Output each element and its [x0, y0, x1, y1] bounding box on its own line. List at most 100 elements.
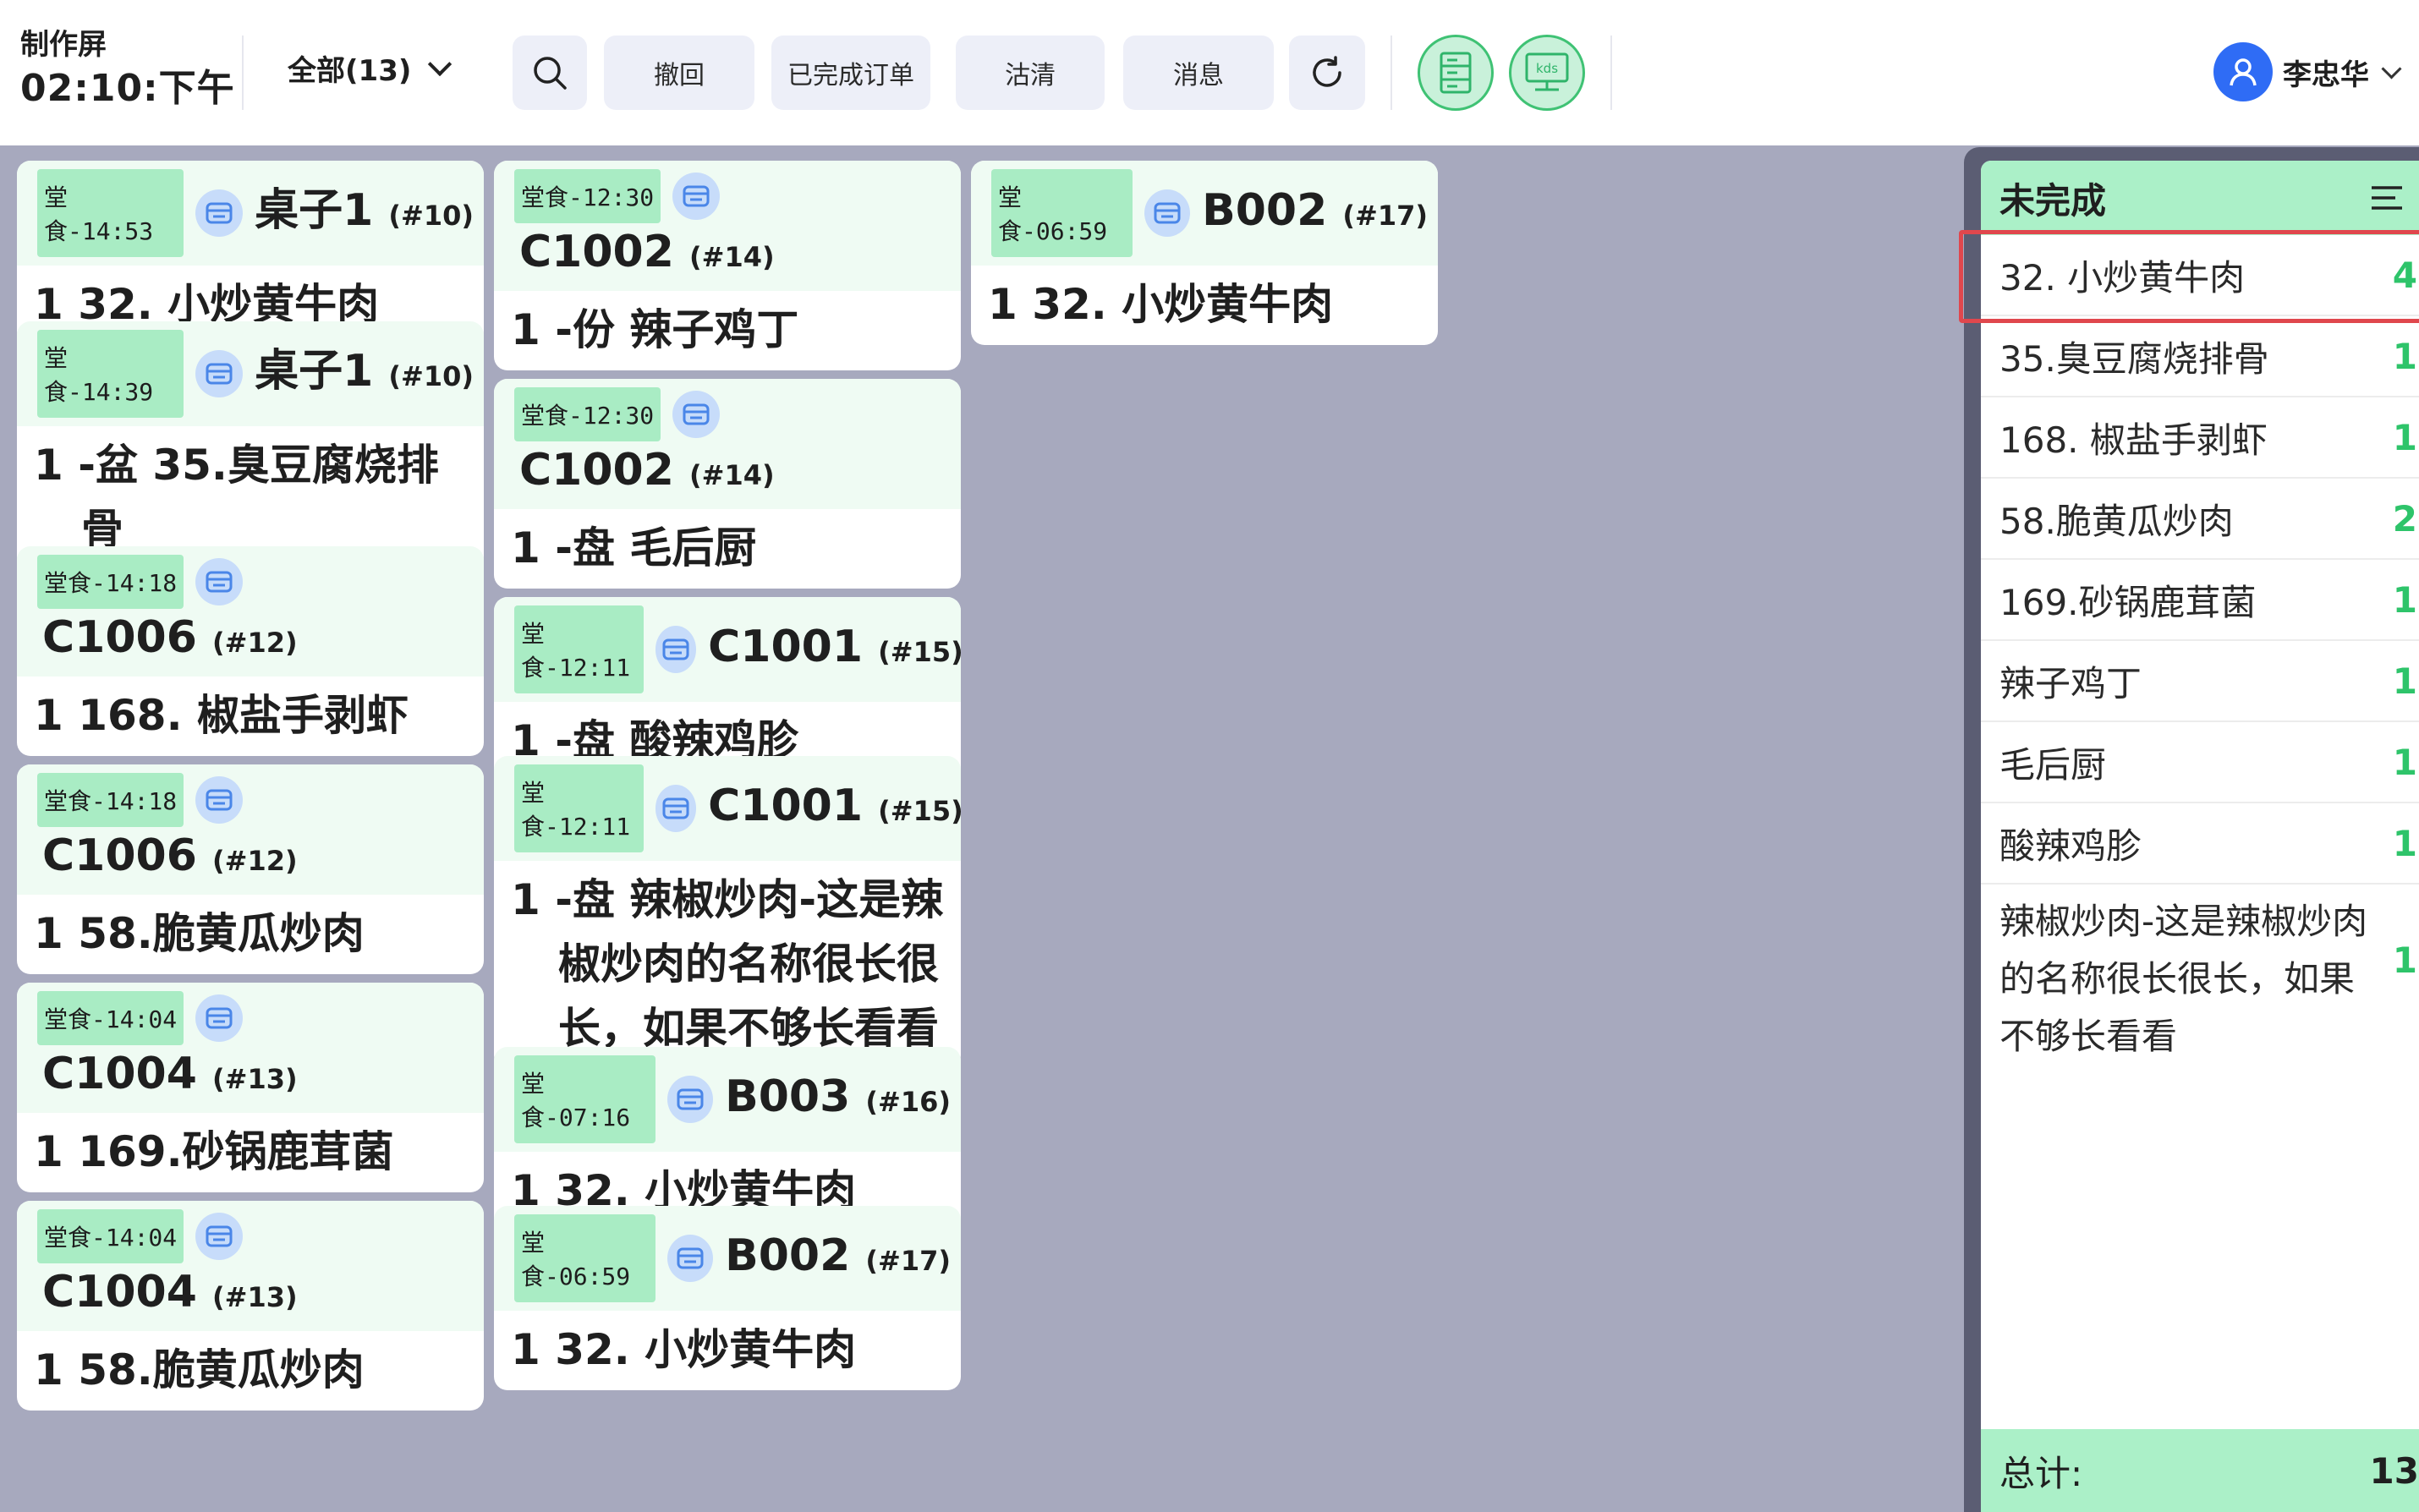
- order-card[interactable]: 堂食-14:18 C1006 (#12) 1 168. 椒盐手剥虾: [17, 546, 484, 756]
- kds-button[interactable]: kds: [1509, 35, 1585, 111]
- order-card-header: 堂食-06:59 B002 (#17): [494, 1206, 961, 1311]
- screen-name: 制作屏: [20, 28, 107, 62]
- chevron-down-icon: [428, 52, 453, 76]
- order-type-badge: 堂食-12:30: [514, 387, 661, 441]
- summary-item-name: 35.臭豆腐烧排骨: [1999, 337, 2269, 380]
- user-icon: [2230, 58, 2257, 86]
- refresh-button[interactable]: [1289, 36, 1365, 110]
- order-item[interactable]: 1 169.砂锅鹿茸菌: [17, 1113, 484, 1192]
- summary-list: 32. 小炒黄牛肉 4 35.臭豆腐烧排骨 1 168. 椒盐手剥虾 1 58.脆黄瓜…: [1981, 235, 2419, 1057]
- summary-row[interactable]: 酸辣鸡胗 1: [1981, 803, 2419, 885]
- order-meta: 堂食-12:11 C1001 (#15): [514, 764, 961, 852]
- store-icon: [655, 626, 697, 673]
- order-card[interactable]: 堂食-12:11 C1001 (#15) 1 -盘 酸辣鸡胗: [494, 597, 961, 781]
- user-menu[interactable]: 李忠华: [2213, 42, 2402, 101]
- summary-row[interactable]: 169.砂锅鹿茸菌 1: [1981, 560, 2419, 641]
- store-icon: [195, 776, 244, 824]
- order-type-badge: 堂食-06:59: [514, 1214, 656, 1302]
- divider: [1610, 36, 1612, 110]
- order-number: (#14): [689, 459, 775, 491]
- summary-item-count: 1: [2392, 578, 2417, 621]
- order-item[interactable]: 1 32. 小炒黄牛肉: [971, 266, 1438, 345]
- order-meta: 堂食-06:59 B002 (#17): [991, 169, 1428, 257]
- order-number: (#12): [212, 627, 298, 659]
- messages-button[interactable]: 消息: [1123, 36, 1274, 110]
- order-item[interactable]: 1 168. 椒盐手剥虾: [17, 677, 484, 756]
- table-name: C1001 (#15): [708, 781, 961, 836]
- summary-row[interactable]: 168. 椒盐手剥虾 1: [1981, 397, 2419, 479]
- summary-row[interactable]: 辣子鸡丁 1: [1981, 641, 2419, 722]
- order-meta: 堂食-06:59 B002 (#17): [514, 1214, 951, 1302]
- table-name: 桌子1 (#10): [255, 185, 474, 236]
- summary-item-count: 1: [2392, 416, 2417, 458]
- order-card-header: 堂食-14:18 C1006 (#12): [17, 546, 484, 677]
- order-card[interactable]: 堂食-14:04 C1004 (#13) 1 58.脆黄瓜炒肉: [17, 1201, 484, 1411]
- summary-row[interactable]: 毛后厨 1: [1981, 722, 2419, 803]
- order-number: (#10): [388, 360, 474, 392]
- refresh-icon: [1313, 56, 1341, 87]
- summary-item-name: 酸辣鸡胗: [1999, 824, 2142, 867]
- order-type-badge: 堂食-12:30: [514, 169, 661, 223]
- sold-out-button[interactable]: 沽清: [956, 36, 1105, 110]
- layout-toggle-button[interactable]: [1418, 35, 1494, 111]
- summary-row[interactable]: 辣椒炒肉-这是辣椒炒肉的名称很长很长，如果不够长看看 1: [1981, 885, 2419, 1057]
- server-icon: [1440, 52, 1472, 94]
- order-meta: 堂食-12:30: [514, 387, 721, 441]
- store-icon: [667, 1235, 714, 1282]
- summary-item-name: 169.砂锅鹿茸菌: [1999, 581, 2257, 623]
- order-type-badge: 堂食-14:18: [37, 555, 184, 609]
- order-card-header: 堂食-14:04 C1004 (#13): [17, 1201, 484, 1331]
- order-meta: 堂食-07:16 B003 (#16): [514, 1055, 951, 1143]
- store-icon: [195, 1213, 244, 1260]
- order-type-badge: 堂食-12:11: [514, 764, 644, 852]
- undo-button[interactable]: 撤回: [604, 36, 754, 110]
- table-name: 桌子1 (#10): [255, 346, 474, 397]
- avatar: [2213, 42, 2273, 101]
- order-card[interactable]: 堂食-12:11 C1001 (#15) 1 -盘 辣椒炒肉-这是辣椒炒肉的名称…: [494, 756, 961, 1069]
- order-item[interactable]: 1 -份 辣子鸡丁: [494, 291, 961, 370]
- kds-icon-text: kds: [1536, 61, 1558, 76]
- completed-orders-button[interactable]: 已完成订单: [771, 36, 930, 110]
- order-item[interactable]: 1 58.脆黄瓜炒肉: [17, 1331, 484, 1411]
- filter-dropdown[interactable]: 全部(13): [288, 47, 453, 89]
- order-card[interactable]: 堂食-14:04 C1004 (#13) 1 169.砂锅鹿茸菌: [17, 983, 484, 1192]
- list-menu-icon[interactable]: [2370, 184, 2404, 212]
- summary-row[interactable]: 35.臭豆腐烧排骨 1: [1981, 316, 2419, 397]
- order-type-badge: 堂食-12:11: [514, 605, 644, 693]
- summary-item-count: 2: [2392, 497, 2417, 540]
- order-card[interactable]: 堂食-14:18 C1006 (#12) 1 58.脆黄瓜炒肉: [17, 764, 484, 974]
- summary-item-count: 1: [2392, 822, 2417, 864]
- order-card[interactable]: 堂食-06:59 B002 (#17) 1 32. 小炒黄牛肉: [494, 1206, 961, 1390]
- summary-item-count: 1: [2392, 741, 2417, 783]
- divider: [1391, 36, 1392, 110]
- order-meta: 堂食-14:53 桌子1 (#10): [37, 169, 474, 257]
- table-name: B002 (#17): [725, 1230, 951, 1281]
- table-name: C1002 (#14): [519, 227, 775, 277]
- store-icon: [195, 558, 244, 605]
- order-card[interactable]: 堂食-14:53 桌子1 (#10) 1 32. 小炒黄牛肉: [17, 161, 484, 345]
- summary-item-name: 辣椒炒肉-这是辣椒炒肉的名称很长很长，如果不够长看看: [1999, 901, 2368, 1057]
- summary-title: 未完成: [1999, 179, 2107, 222]
- order-card[interactable]: 堂食-12:30 C1002 (#14) 1 -份 辣子鸡丁: [494, 161, 961, 370]
- order-card[interactable]: 堂食-14:39 桌子1 (#10) 1 -盆 35.臭豆腐烧排骨: [17, 321, 484, 570]
- table-name: B003 (#16): [725, 1071, 951, 1122]
- store-icon: [672, 391, 721, 438]
- order-item[interactable]: 1 -盘 毛后厨: [494, 509, 961, 589]
- order-type-badge: 堂食-07:16: [514, 1055, 656, 1143]
- summary-row[interactable]: 58.脆黄瓜炒肉 2: [1981, 479, 2419, 560]
- order-card[interactable]: 堂食-12:30 C1002 (#14) 1 -盘 毛后厨: [494, 379, 961, 589]
- order-item[interactable]: 1 -盘 辣椒炒肉-这是辣椒炒肉的名称很长很长，如果不够长看看: [494, 861, 961, 1069]
- user-name: 李忠华: [2283, 58, 2369, 92]
- order-card[interactable]: 堂食-07:16 B003 (#16) 1 32. 小炒黄牛肉: [494, 1047, 961, 1231]
- summary-item-count: 1: [2392, 660, 2417, 702]
- summary-panel-header: 未完成: [1981, 161, 2419, 235]
- order-card-header: 堂食-07:16 B003 (#16): [494, 1047, 961, 1152]
- order-card[interactable]: 堂食-06:59 B002 (#17) 1 32. 小炒黄牛肉: [971, 161, 1438, 345]
- order-item[interactable]: 1 58.脆黄瓜炒肉: [17, 895, 484, 974]
- order-item[interactable]: 1 32. 小炒黄牛肉: [494, 1311, 961, 1390]
- store-icon: [667, 1076, 714, 1123]
- summary-item-name: 58.脆黄瓜炒肉: [1999, 500, 2234, 542]
- search-button[interactable]: [513, 36, 587, 110]
- order-meta: 堂食-14:04: [37, 991, 244, 1045]
- order-number: (#16): [865, 1086, 951, 1118]
